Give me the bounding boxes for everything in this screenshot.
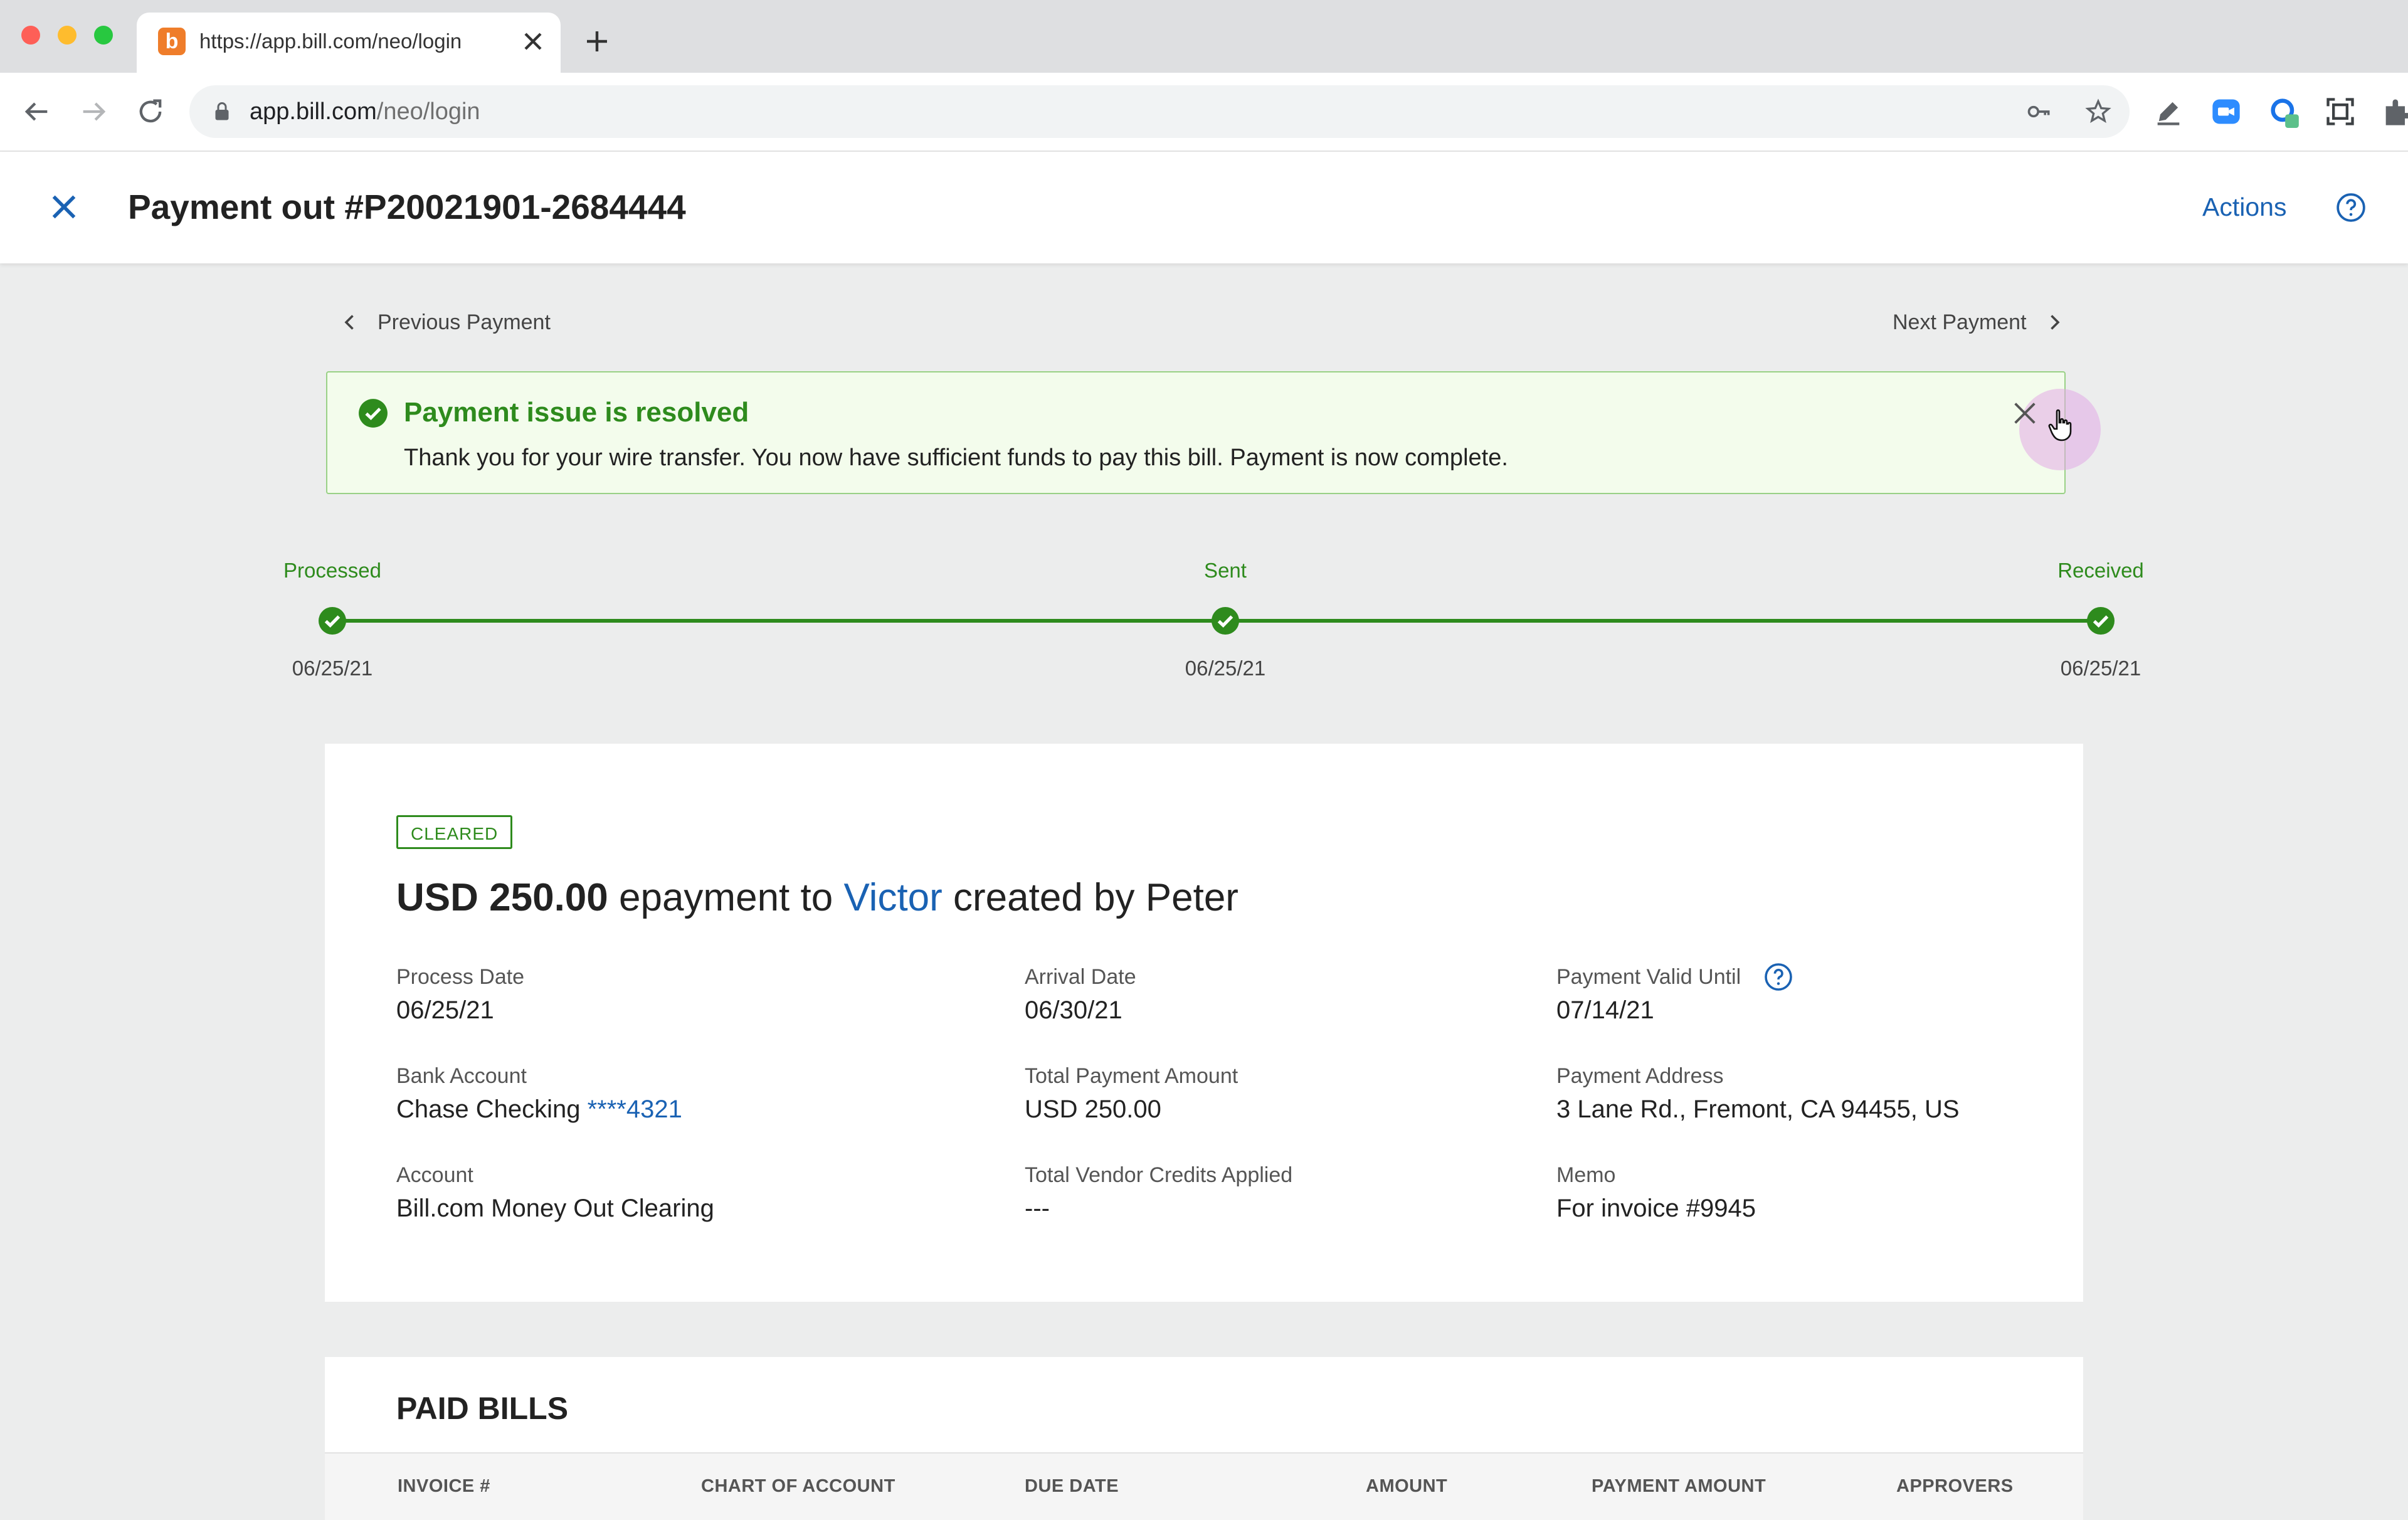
alert-message: Thank you for your wire transfer. You no… (404, 445, 1508, 471)
screenshot-extension-icon[interactable] (2324, 95, 2357, 128)
paid-bills-section: PAID BILLS INVOICE # CHART OF ACCOUNT DU… (325, 1357, 2083, 1520)
success-alert: Payment issue is resolved Thank you for … (326, 371, 2066, 494)
arrival-date-value: 06/30/21 (1025, 996, 1122, 1024)
help-icon[interactable] (2335, 192, 2367, 223)
process-date-value: 06/25/21 (396, 996, 494, 1024)
total-payment-amount-label: Total Payment Amount (1025, 1064, 1238, 1088)
window-maximize-button[interactable] (94, 26, 113, 45)
payment-details-card: CLEARED USD 250.00 epayment to Victor cr… (325, 744, 2083, 1302)
vendor-link[interactable]: Victor (843, 876, 942, 919)
step-sent-date: 06/25/21 (1185, 657, 1266, 680)
chevron-right-icon (2051, 315, 2060, 330)
total-payment-amount-value: USD 250.00 (1025, 1095, 1161, 1123)
step-received-date: 06/25/21 (2060, 657, 2141, 680)
bank-account-value: Chase Checking ****4321 (396, 1094, 682, 1125)
window-close-button[interactable] (21, 26, 40, 45)
actions-button[interactable]: Actions (2202, 191, 2286, 223)
step-received-label: Received (2057, 559, 2144, 582)
previous-payment-label: Previous Payment (378, 310, 551, 334)
alert-dismiss-icon[interactable] (2010, 399, 2039, 428)
address-bar[interactable]: app.bill.com/neo/login (189, 85, 2130, 138)
star-icon[interactable] (2084, 98, 2112, 125)
step-processed-check-icon (319, 607, 346, 635)
reload-icon[interactable] (134, 95, 167, 128)
next-payment-link[interactable]: Next Payment (1893, 309, 2066, 336)
forward-icon[interactable] (78, 95, 110, 128)
pointer-cursor-icon (2048, 409, 2072, 441)
browser-tabstrip: b https://app.bill.com/neo/login (0, 0, 2408, 73)
status-badge: CLEARED (396, 815, 513, 849)
memo-value: For invoice #9945 (1556, 1195, 1756, 1222)
favicon: b (158, 28, 186, 55)
column-header-payment-amount[interactable]: PAYMENT AMOUNT (1592, 1475, 1766, 1497)
column-header-amount[interactable]: AMOUNT (1366, 1475, 1447, 1497)
payment-address-label: Payment Address (1556, 1064, 1724, 1088)
url-text: app.bill.com/neo/login (250, 97, 480, 127)
valid-until-help-icon[interactable] (1763, 962, 1793, 992)
column-header-chart-of-account[interactable]: CHART OF ACCOUNT (701, 1475, 895, 1497)
tab-title: https://app.bill.com/neo/login (199, 29, 462, 53)
browser-toolbar: app.bill.com/neo/login (0, 73, 2408, 152)
pen-extension-icon[interactable] (2152, 95, 2185, 128)
alert-title: Payment issue is resolved (404, 397, 749, 428)
url-path: /neo/login (376, 98, 480, 125)
url-host: app.bill.com (250, 98, 377, 125)
column-header-invoice[interactable]: INVOICE # (398, 1475, 490, 1497)
process-date-label: Process Date (396, 965, 525, 989)
next-payment-label: Next Payment (1893, 310, 2027, 334)
memo-label: Memo (1556, 1163, 1616, 1187)
step-sent-check-icon (1212, 607, 1239, 635)
check-circle-icon (359, 399, 388, 428)
column-header-due-date[interactable]: DUE DATE (1025, 1475, 1119, 1497)
headline-creator-text: created by Peter (942, 876, 1238, 919)
app-header: Payment out #P20021901-2684444 Actions (0, 152, 2408, 263)
lock-icon[interactable] (211, 100, 233, 123)
new-tab-icon[interactable] (582, 26, 612, 56)
payment-headline: USD 250.00 epayment to Victor created by… (396, 874, 1238, 922)
zoom-extension-icon[interactable] (2210, 95, 2242, 128)
valid-until-value: 07/14/21 (1556, 996, 1654, 1024)
step-received-check-icon (2087, 607, 2115, 635)
page-title: Payment out #P20021901-2684444 (128, 187, 686, 226)
step-sent-label: Sent (1204, 559, 1247, 582)
bank-account-name: Chase Checking (396, 1095, 588, 1123)
key-icon[interactable] (2025, 98, 2053, 125)
paid-bills-title: PAID BILLS (396, 1391, 569, 1426)
window-minimize-button[interactable] (58, 26, 77, 45)
step-processed-label: Processed (283, 559, 381, 582)
tab-close-icon[interactable] (518, 26, 548, 56)
account-label: Account (396, 1163, 473, 1187)
headline-mid-text: epayment to (608, 876, 844, 919)
bank-account-number-link[interactable]: ****4321 (588, 1095, 682, 1123)
payment-amount: USD 250.00 (396, 876, 608, 919)
payment-address-value: 3 Lane Rd., Fremont, CA 94455, US (1556, 1095, 1960, 1123)
profile-extension-icon[interactable] (2268, 95, 2300, 128)
account-value: Bill.com Money Out Clearing (396, 1195, 714, 1222)
chevron-left-icon (344, 315, 354, 330)
paid-bills-header-row (325, 1454, 2083, 1520)
step-processed-date: 06/25/21 (292, 657, 373, 680)
close-icon[interactable] (46, 189, 82, 224)
back-icon[interactable] (20, 95, 53, 128)
bank-account-label: Bank Account (396, 1064, 527, 1088)
vendor-credits-label: Total Vendor Credits Applied (1025, 1163, 1293, 1187)
valid-until-label: Payment Valid Until (1556, 965, 1741, 989)
browser-tab[interactable]: b https://app.bill.com/neo/login (137, 13, 561, 73)
vendor-credits-value: --- (1025, 1195, 1050, 1222)
extensions-icon[interactable] (2380, 95, 2408, 128)
column-header-approvers[interactable]: APPROVERS (1896, 1475, 2014, 1497)
arrival-date-label: Arrival Date (1025, 965, 1136, 989)
